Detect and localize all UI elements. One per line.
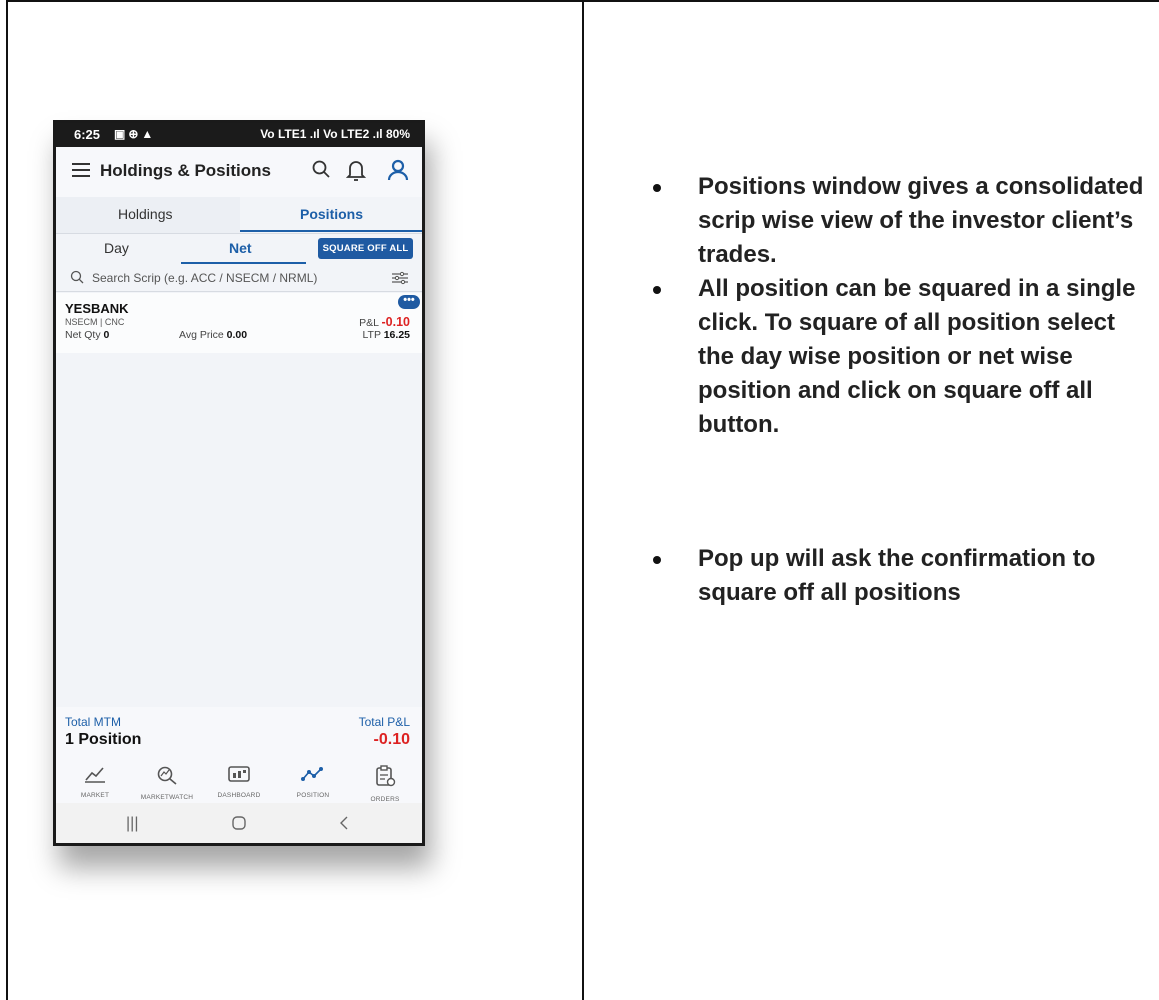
note-item: Positions window gives a consolidated sc… [650,170,1150,272]
system-nav-bar: ||| [56,803,422,843]
avg-price: Avg Price 0.00 [179,329,248,341]
page-title: Holdings & Positions [100,161,271,180]
bullet-icon [653,556,661,564]
menu-icon[interactable] [72,163,90,177]
filter-icon[interactable] [392,271,408,290]
profile-icon[interactable] [387,159,409,186]
position-row[interactable]: ••• YESBANK NSECM | CNC Net Qty 0 Avg Pr… [56,293,422,353]
search-bar: Search Scrip (e.g. ACC / NSECM / NRML) [56,265,422,292]
subtab-bar: Day Net SQUARE OFF ALL [56,233,422,265]
bell-icon[interactable] [345,159,367,186]
nav-dashboard[interactable]: DASHBOARD [204,765,274,799]
more-options-button[interactable]: ••• [398,295,420,309]
tab-bar: Holdings Positions [56,197,422,234]
bullet-icon [653,286,661,294]
clipboard-icon [376,765,396,787]
note-text: Pop up will ask the confirmation to squa… [698,545,1096,606]
status-bar: 6:25 ▣⊕▲ Vo LTE1 .ıl Vo LTE2 .ıl 80% [56,123,422,147]
home-icon[interactable] [231,815,247,836]
position-pl: P&L -0.10 [359,315,410,329]
note-text: Positions window gives a consolidated sc… [698,173,1144,268]
phone-screenshot: 6:25 ▣⊕▲ Vo LTE1 .ıl Vo LTE2 .ıl 80% Hol… [53,120,425,846]
position-exchange: NSECM | CNC [65,317,125,327]
nav-orders-label: ORDERS [370,796,400,803]
table-border-middle [582,0,584,1000]
recents-icon[interactable]: ||| [126,815,138,833]
subtab-active-indicator [181,262,306,264]
nav-marketwatch-label: MARKETWATCH [140,794,194,801]
nav-dashboard-label: DASHBOARD [217,792,261,799]
table-border-left [6,0,8,1000]
notes-panel: Positions window gives a consolidated sc… [650,170,1150,610]
nav-market[interactable]: MARKET [60,765,130,799]
notes-list: Positions window gives a consolidated sc… [650,170,1150,610]
nav-marketwatch[interactable]: MARKETWATCH [132,765,202,801]
chart-line-icon [85,767,105,783]
tab-active-indicator [240,230,422,232]
status-indicators: Vo LTE1 .ıl Vo LTE2 .ıl 80% [260,127,410,141]
total-mtm-label: Total MTM [65,715,122,729]
position-graph-icon [301,767,323,781]
note-item: All position can be squared in a single … [650,272,1150,442]
subtab-net[interactable]: Net [229,240,252,256]
note-text: All position can be squared in a single … [698,275,1136,438]
nav-position-label: POSITION [296,792,330,799]
app-bar: Holdings & Positions [56,147,422,197]
notification-icons: ▣⊕▲ [114,127,157,141]
status-time: 6:25 [74,127,101,142]
magnifier-chart-icon [157,766,177,785]
tab-positions[interactable]: Positions [300,206,363,222]
subtab-day[interactable]: Day [104,240,129,256]
tab-holdings[interactable]: Holdings [118,206,172,222]
search-icon[interactable] [311,159,331,184]
position-ltp: LTP 16.25 [362,329,411,341]
bullet-icon [653,184,661,192]
search-icon [70,270,84,289]
note-item: Pop up will ask the confirmation to squa… [650,542,1150,610]
square-off-all-button[interactable]: SQUARE OFF ALL [318,238,413,259]
back-icon[interactable] [338,815,350,836]
nav-position[interactable]: POSITION [278,765,348,799]
position-symbol: YESBANK [65,301,129,316]
totals-panel: Total MTM 1 Position Total P&L -0.10 MAR… [56,707,422,811]
total-pl-value: -0.10 [373,731,410,748]
nav-market-label: MARKET [80,792,110,799]
total-pl-label: Total P&L [358,715,410,729]
search-input[interactable]: Search Scrip (e.g. ACC / NSECM / NRML) [92,271,317,285]
nav-orders[interactable]: ORDERS [350,765,420,803]
net-qty: Net Qty 0 [65,329,110,341]
position-count: 1 Position [65,731,142,748]
dashboard-icon [228,766,250,782]
